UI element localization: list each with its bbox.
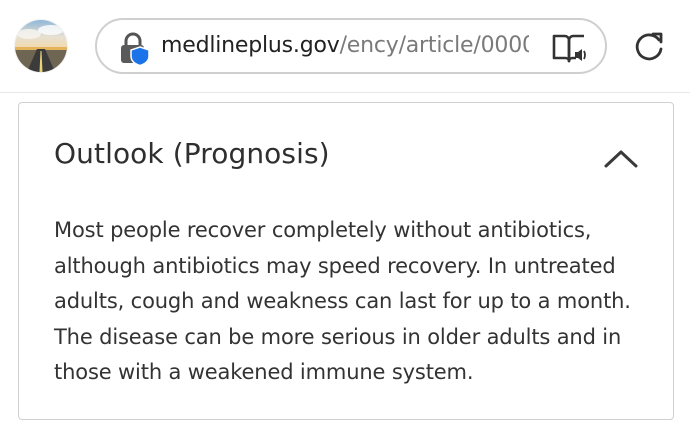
lock-shield-icon[interactable] [118, 32, 152, 66]
chevron-up-icon[interactable] [603, 147, 639, 169]
url-path: /ency/article/0000 [339, 33, 529, 58]
reader-mode-icon[interactable] [552, 32, 588, 64]
browser-toolbar: medlineplus.gov/ency/article/0000 [0, 0, 690, 93]
reload-icon[interactable] [632, 30, 666, 64]
profile-avatar[interactable] [15, 20, 67, 72]
avatar-image [15, 20, 67, 72]
url-text[interactable]: medlineplus.gov/ency/article/0000 [161, 20, 529, 72]
address-bar[interactable]: medlineplus.gov/ency/article/0000 [95, 18, 607, 74]
section-body-text: Most people recover completely without a… [54, 218, 631, 384]
url-domain: medlineplus.gov [161, 33, 340, 58]
section-title: Outlook (Prognosis) [54, 137, 330, 170]
outlook-section-card: Outlook (Prognosis) Most people recover … [18, 102, 674, 420]
